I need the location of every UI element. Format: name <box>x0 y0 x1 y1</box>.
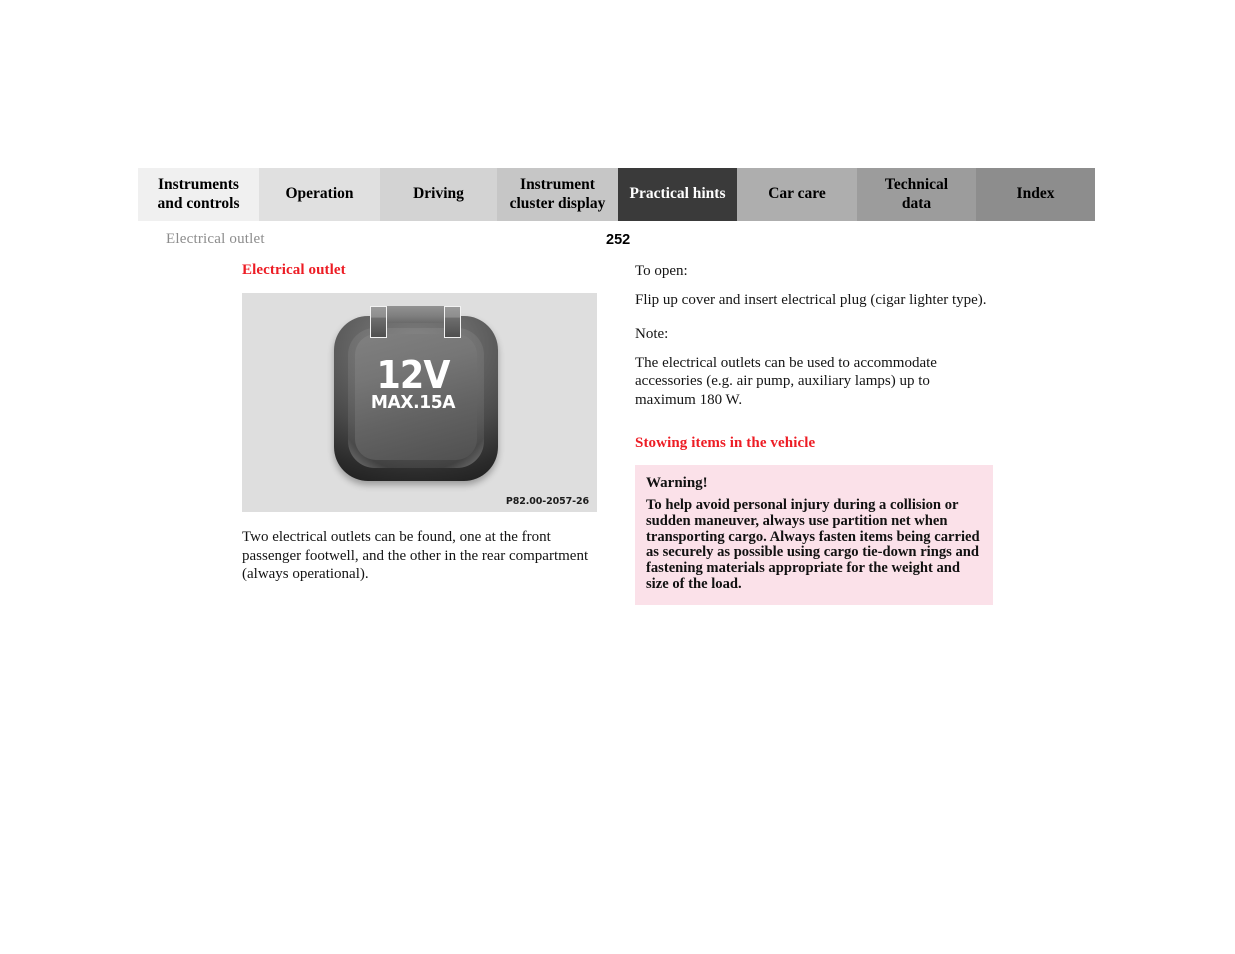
running-head: Electrical outlet <box>166 231 265 247</box>
tab-label: Practical hints <box>629 185 726 203</box>
section-heading-stowing-items: Stowing items in the vehicle <box>635 435 816 451</box>
figure-reference-code: P82.00-2057-26 <box>505 496 589 507</box>
note-text: The electrical outlets can be used to ac… <box>635 354 937 408</box>
page-number: 252 <box>606 232 631 248</box>
note-label: Note: <box>635 326 669 342</box>
tab-label: Driving <box>413 185 464 203</box>
outlet-hinge-left <box>370 306 387 338</box>
left-column-body-paragraph: Two electrical outlets can be found, one… <box>242 529 589 582</box>
tab-label: Instrument cluster display <box>509 176 606 212</box>
section-heading-electrical-outlet: Electrical outlet <box>242 262 346 278</box>
tab-index[interactable]: Index <box>976 168 1095 221</box>
warning-text: To help avoid personal injury during a c… <box>646 497 980 592</box>
tab-technical-data[interactable]: Technical data <box>857 168 976 221</box>
tab-label: Technical data <box>884 176 949 212</box>
tab-label: Instruments and controls <box>157 176 240 212</box>
tab-operation[interactable]: Operation <box>259 168 380 221</box>
tab-car-care[interactable]: Car care <box>737 168 857 221</box>
tab-driving[interactable]: Driving <box>380 168 497 221</box>
outlet-voltage-label: 12V <box>376 353 451 397</box>
left-column: Electrical outlet 12V MAX.15A P82.00-205… <box>242 262 598 584</box>
tab-instruments-and-controls[interactable]: Instruments and controls <box>138 168 259 221</box>
tab-label: Car care <box>768 185 826 203</box>
warning-title: Warning! <box>646 475 708 491</box>
right-column: To open: Flip up cover and insert electr… <box>635 262 993 605</box>
tab-practical-hints[interactable]: Practical hints <box>618 168 737 221</box>
chapter-tab-bar: Instruments and controls Operation Driving I… <box>138 168 1095 221</box>
tab-label: Operation <box>285 185 354 203</box>
to-open-label: To open: <box>635 263 688 279</box>
outlet-hinge-bar <box>387 306 444 323</box>
tab-instrument-cluster-display[interactable]: Instrument cluster display <box>497 168 618 221</box>
to-open-instructions: Flip up cover and insert electrical plug… <box>635 291 987 308</box>
figure-electrical-outlet: 12V MAX.15A P82.00-2057-26 <box>242 293 597 512</box>
tab-label: Index <box>1016 185 1055 203</box>
outlet-hinge-right <box>444 306 461 338</box>
warning-box: Warning! To help avoid personal injury d… <box>635 465 993 605</box>
outlet-cover-illustration: 12V MAX.15A <box>326 306 506 486</box>
outlet-current-label: MAX.15A <box>370 392 456 413</box>
